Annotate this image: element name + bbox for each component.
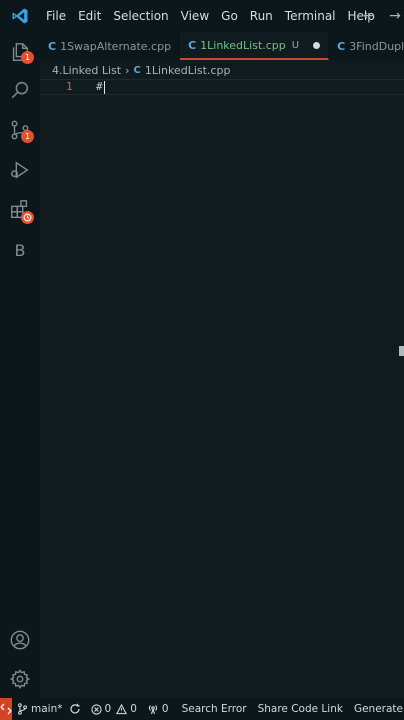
warning-count: 0 (130, 703, 137, 715)
tab-3findduplica[interactable]: C 3FindDuplica (329, 32, 404, 60)
broadcast-icon (148, 705, 157, 715)
unsaved-dot-icon[interactable] (313, 41, 321, 49)
scrollbar-marker[interactable] (399, 346, 404, 356)
search-icon (11, 81, 29, 99)
branch-item[interactable]: main* (12, 698, 86, 720)
tab-label: 1LinkedList.cpp (200, 38, 286, 52)
sync-icon[interactable] (69, 703, 81, 715)
extension-b-button[interactable]: B (0, 230, 40, 270)
ports-count: 0 (161, 703, 169, 715)
remote-icon (0, 703, 12, 715)
tab-1swapalternate[interactable]: C 1SwapAlternate.cpp (40, 32, 181, 60)
current-line-highlight (40, 79, 404, 95)
title-bar: File Edit Selection View Go Run Terminal… (0, 0, 404, 32)
menu-file[interactable]: File (40, 0, 72, 32)
cpp-file-icon: C (188, 38, 197, 52)
git-branch-icon (18, 703, 27, 715)
explorer-button[interactable]: 1 (0, 32, 40, 72)
remote-button[interactable] (0, 698, 12, 720)
explorer-badge: 1 (21, 51, 34, 64)
navigation-controls: ← → (362, 0, 404, 32)
code-editor[interactable]: 1 # (40, 78, 404, 698)
account-icon (10, 630, 30, 650)
error-icon (90, 703, 102, 715)
chevron-right-icon: › (125, 63, 130, 77)
manage-button[interactable] (0, 659, 40, 699)
source-control-button[interactable]: 1 (0, 110, 40, 150)
menu-view[interactable]: View (175, 0, 215, 32)
clock-badge-icon (21, 211, 34, 224)
text-cursor (103, 80, 105, 94)
tab-label: 3FindDuplica (349, 39, 404, 53)
line-number: 1 (66, 80, 73, 93)
vscode-logo-icon (0, 0, 40, 32)
activity-bar: 1 1 B (0, 32, 40, 698)
cpp-file-icon: C (133, 64, 141, 76)
gear-icon (9, 668, 31, 690)
untracked-status: U (291, 39, 300, 51)
breadcrumb-file[interactable]: 1LinkedList.cpp (145, 64, 231, 77)
problems-item[interactable]: 0 0 (86, 698, 142, 720)
code-text: # (96, 80, 103, 93)
share-code-label: Share Code Link (257, 703, 343, 715)
run-debug-icon (11, 161, 29, 179)
back-arrow-icon[interactable]: ← (362, 8, 376, 24)
menu-run[interactable]: Run (244, 0, 279, 32)
tab-1linkedlist[interactable]: C 1LinkedList.cpp U (180, 32, 330, 60)
cpp-file-icon: C (48, 39, 57, 53)
generate-item[interactable]: Generate Com (348, 698, 404, 720)
status-bar: main* 0 0 0 Search Error Share Code Link… (0, 698, 404, 720)
menu-bar: File Edit Selection View Go Run Terminal… (40, 0, 381, 32)
share-code-link-item[interactable]: Share Code Link (252, 698, 348, 720)
editor-tabs: C 1SwapAlternate.cpp C 1LinkedList.cpp U… (40, 32, 404, 60)
warning-icon (116, 703, 128, 714)
extension-b-label: B (14, 240, 26, 260)
menu-edit[interactable]: Edit (72, 0, 107, 32)
generate-label: Generate Com (353, 703, 404, 715)
search-button[interactable] (0, 70, 40, 110)
search-error-label: Search Error (181, 703, 247, 715)
breadcrumb: 4.Linked List › C 1LinkedList.cpp (52, 62, 230, 78)
code-line[interactable]: # (96, 80, 105, 94)
forward-arrow-icon[interactable]: → (388, 8, 402, 24)
branch-name: main* (31, 703, 63, 715)
breadcrumb-folder[interactable]: 4.Linked List (52, 64, 121, 77)
error-count: 0 (104, 703, 112, 715)
source-control-badge: 1 (21, 130, 34, 143)
tab-label: 1SwapAlternate.cpp (60, 39, 172, 53)
menu-go[interactable]: Go (215, 0, 244, 32)
run-debug-button[interactable] (0, 150, 40, 190)
extensions-button[interactable] (0, 190, 40, 230)
cpp-file-icon: C (337, 39, 346, 53)
ports-item[interactable]: 0 (142, 698, 174, 720)
accounts-button[interactable] (0, 620, 40, 660)
search-error-item[interactable]: Search Error (174, 698, 252, 720)
menu-selection[interactable]: Selection (107, 0, 174, 32)
menu-terminal[interactable]: Terminal (279, 0, 342, 32)
